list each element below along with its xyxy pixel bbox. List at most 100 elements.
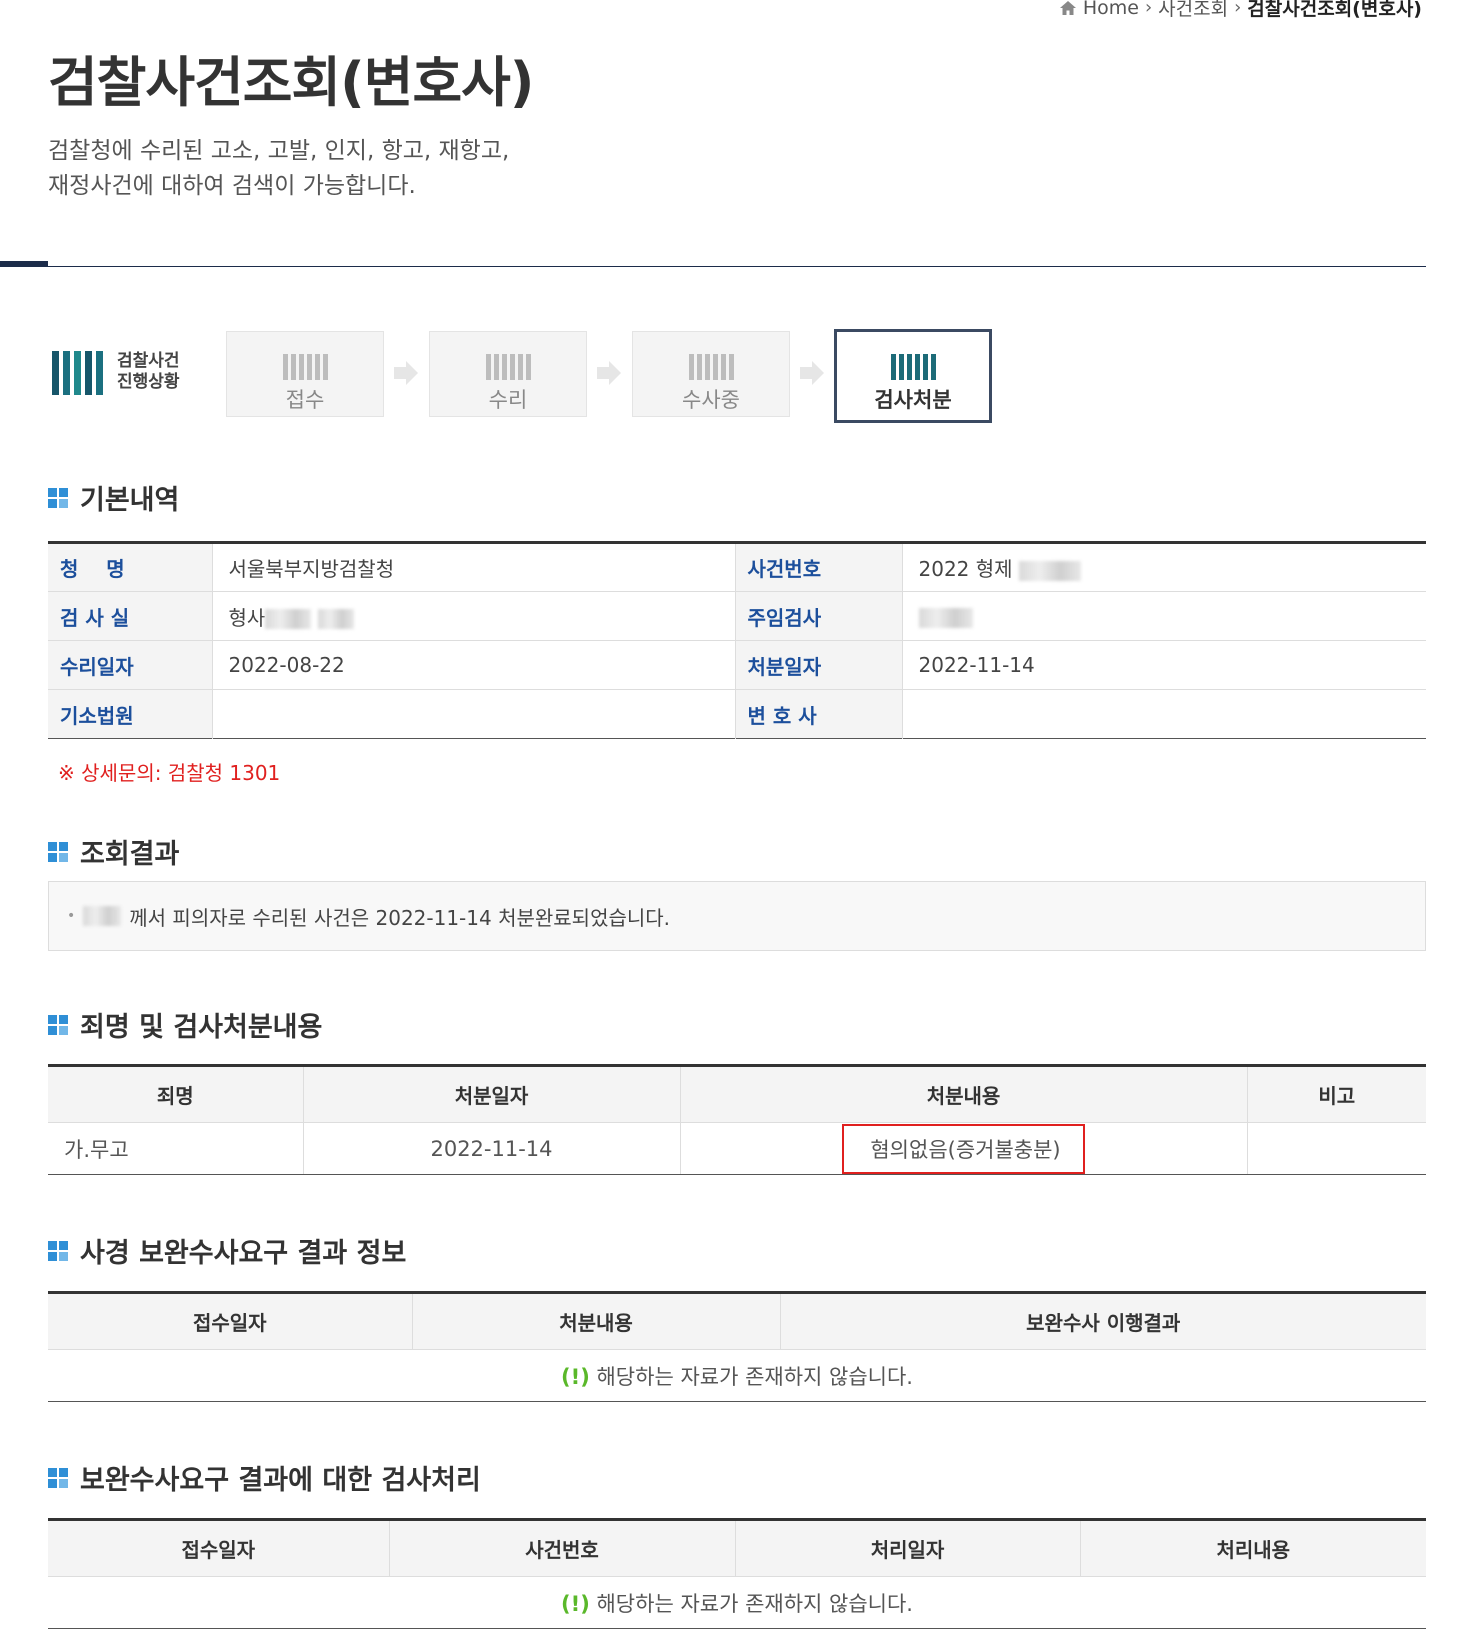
table-row: 가.무고 2022-11-14 혐의없음(증거불충분) [48,1122,1426,1175]
label-lawyer: 변 호 사 [735,689,903,739]
chevron-right-icon: › [1144,0,1153,18]
empty-text: 해당하는 자료가 존재하지 않습니다. [596,1591,913,1616]
column-header: 사건번호 [389,1519,736,1577]
section-heading-basic: 기본내역 [48,478,179,517]
cell-date: 2022-11-14 [303,1122,681,1175]
home-icon[interactable] [1059,0,1077,16]
prosecutor-supplement-table: 접수일자 사건번호 처리일자 처리내용 (!) 해당하는 자료가 존재하지 않습… [48,1518,1426,1629]
progress-step-investigating: 수사중 [632,331,790,417]
cell-charge: 가.무고 [48,1122,304,1175]
value-office: 서울북부지방검찰청 [212,542,736,592]
step-label: 수사중 [682,388,740,412]
section-heading-prosecutor-supplement: 보완수사요구 결과에 대한 검사처리 [48,1458,481,1497]
empty-message: (!) 해당하는 자료가 존재하지 않습니다. [48,1576,1426,1629]
case-progress: 검찰사건 진행상황 접수 수리 수사중 검사처분 [48,329,1028,425]
table-header-row: 죄명 처분일자 처분내용 비고 [48,1065,1426,1123]
page-description-line2: 재정사건에 대하여 검색이 가능합니다. [48,173,416,199]
title-rule [0,266,1426,267]
section-grid-icon [48,1467,68,1488]
breadcrumb-current: 검찰사건조회(변호사) [1247,0,1422,20]
progress-step-received: 접수 [226,331,384,417]
page-title: 검찰사건조회(변호사) [48,51,534,114]
label-accept-date: 수리일자 [48,640,213,690]
disposition-highlight: 혐의없음(증거불충분) [842,1123,1085,1174]
table-row: (!) 해당하는 자료가 존재하지 않습니다. [48,1576,1426,1629]
step-bars-icon [837,352,989,380]
step-label: 검사처분 [874,388,952,412]
step-bars-icon [227,352,383,380]
empty-text: 해당하는 자료가 존재하지 않습니다. [596,1364,913,1389]
case-number-text: 2022 형제 [918,557,1013,581]
section-title: 죄명 및 검사처분내용 [80,1012,323,1043]
breadcrumb: Home › 사건조회 › 검찰사건조회(변호사) [1059,0,1422,21]
cell-note [1247,1122,1426,1175]
progress-step-disposition: 검사처분 [834,329,992,423]
redacted-block [265,609,312,629]
arrow-right-icon [394,361,418,385]
section-grid-icon [48,1014,68,1035]
arrow-right-icon [597,361,621,385]
breadcrumb-level1[interactable]: 사건조회 [1158,0,1228,21]
page-description: 검찰청에 수리된 고소, 고발, 인지, 항고, 재항고, 재정사건에 대하여 … [48,134,648,204]
value-case-number: 2022 형제 [902,542,1426,592]
redacted-block [317,609,354,629]
breadcrumb-home[interactable]: Home [1083,0,1139,19]
label-case-number: 사건번호 [735,542,903,592]
label-disposition-date: 처분일자 [735,640,903,690]
section-grid-icon [48,487,68,508]
value-prosecutor-office: 형사 [212,591,736,641]
section-heading-police-supplement: 사경 보완수사요구 결과 정보 [48,1231,406,1270]
page-description-line1: 검찰청에 수리된 고소, 고발, 인지, 항고, 재항고, [48,138,510,164]
exclamation-icon: (!) [561,1364,590,1389]
value-accept-date: 2022-08-22 [212,640,736,690]
column-header: 접수일자 [48,1519,390,1577]
progress-step-accepted: 수리 [429,331,587,417]
step-label: 접수 [285,388,325,412]
label-lead-prosecutor: 주임검사 [735,591,903,641]
charges-table: 죄명 처분일자 처분내용 비고 가.무고 2022-11-14 혐의없음(증거불… [48,1064,1426,1175]
table-row: 수리일자 2022-08-22 처분일자 2022-11-14 [48,640,1426,690]
column-header: 처리일자 [735,1519,1081,1577]
value-court [212,689,736,739]
result-box: • 께서 피의자로 수리된 사건은 2022-11-14 처분완료되었습니다. [48,881,1426,951]
chevron-right-icon: › [1234,0,1242,18]
column-header: 접수일자 [48,1292,413,1350]
arrow-right-icon [800,361,824,385]
section-heading-charges: 죄명 및 검사처분내용 [48,1005,322,1044]
column-header: 처분내용 [680,1065,1248,1123]
progress-logo-line2: 진행상황 [117,372,180,392]
section-grid-icon [48,1240,68,1261]
bullet-icon: • [67,908,76,924]
table-header-row: 접수일자 사건번호 처리일자 처리내용 [48,1519,1426,1577]
section-title: 보완수사요구 결과에 대한 검사처리 [80,1465,481,1496]
section-heading-result: 조회결과 [48,832,179,871]
section-grid-icon [48,841,68,862]
empty-message: (!) 해당하는 자료가 존재하지 않습니다. [48,1349,1426,1402]
step-bars-icon [430,352,586,380]
section-title: 기본내역 [80,485,180,516]
value-lawyer [902,690,1426,739]
exclamation-icon: (!) [561,1591,590,1616]
progress-logo-line1: 검찰사건 [117,351,180,371]
progress-logo-icon [52,349,103,395]
basic-info-table: 청 명 서울북부지방검찰청 사건번호 2022 형제 검 사 실 형사 주임검사… [48,541,1426,739]
step-bars-icon [633,352,789,380]
step-label: 수리 [488,388,528,412]
table-row: (!) 해당하는 자료가 존재하지 않습니다. [48,1349,1426,1402]
label-office: 청 명 [48,542,213,592]
cell-disposition: 혐의없음(증거불충분) [680,1122,1248,1175]
table-row: 검 사 실 형사 주임검사 [48,591,1426,641]
label-court: 기소법원 [48,689,213,739]
table-row: 청 명 서울북부지방검찰청 사건번호 2022 형제 [48,542,1426,592]
redacted-block [1018,560,1081,581]
result-text: 께서 피의자로 수리된 사건은 2022-11-14 처분완료되었습니다. [129,905,671,930]
progress-logo-label: 검찰사건 진행상황 [117,351,180,393]
prosecutor-office-text: 형사 [228,605,266,630]
column-header: 처리내용 [1080,1519,1426,1577]
value-lead-prosecutor [902,591,1426,641]
column-header: 보완수사 이행결과 [780,1292,1426,1350]
redacted-block [918,607,973,628]
table-header-row: 접수일자 처분내용 보완수사 이행결과 [48,1292,1426,1350]
section-title: 조회결과 [80,839,180,870]
label-prosecutor-office: 검 사 실 [48,591,213,641]
